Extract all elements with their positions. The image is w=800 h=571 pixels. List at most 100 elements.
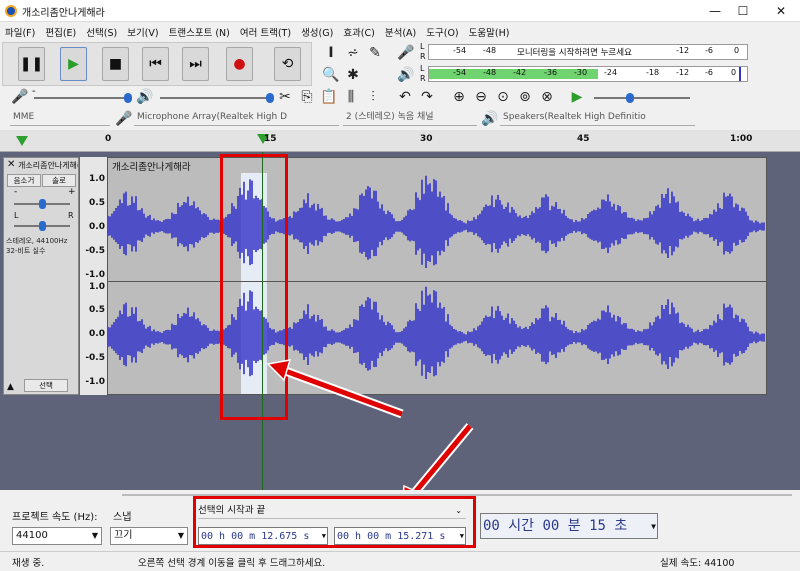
cut-icon[interactable]: ✂ — [275, 87, 295, 107]
scale-label: 0.0 — [89, 222, 105, 232]
menu-generate[interactable]: 생성(G) — [296, 22, 338, 39]
selection-end-time[interactable]: 00 h 00 m 15.271 s ▼ — [334, 527, 466, 545]
zoom-out-icon[interactable]: ⊖ — [471, 87, 491, 107]
menu-transport[interactable]: 트랜스포트 (N) — [164, 22, 235, 39]
scale-label: -1.0 — [85, 270, 105, 280]
playback-device-select[interactable]: Speakers(Realtek High Definitio — [500, 110, 695, 126]
track-name-menu[interactable]: 개소리좀안나게해라 — [18, 160, 78, 171]
silence-icon[interactable]: ⫶ — [363, 87, 383, 107]
pan-thumb[interactable] — [39, 221, 46, 231]
playback-meter-peak — [739, 67, 741, 81]
record-button[interactable]: ● — [226, 47, 253, 81]
snap-value: 끄기 — [114, 530, 133, 541]
gain-slider[interactable] — [14, 199, 70, 209]
track-format-info: 스테레오, 44100Hz 32-비트 실수 — [6, 237, 68, 255]
menu-file[interactable]: 파일(F) — [0, 22, 40, 39]
maximize-button[interactable]: ☐ — [728, 2, 758, 20]
monitor-hint[interactable]: 모니터링을 시작하려면 누르세요 — [517, 46, 632, 58]
menu-analyze[interactable]: 분석(A) — [380, 22, 421, 39]
snap-select[interactable]: 끄기 ▼ — [110, 527, 188, 545]
loop-button[interactable]: ⟲ — [274, 47, 301, 81]
ruler-start-marker[interactable] — [16, 136, 28, 146]
rec-tick: -54 — [453, 46, 467, 55]
device-toolbar: MME 🎤 Microphone Array(Realtek High D 2 … — [0, 110, 800, 128]
audio-host-select[interactable]: MME — [10, 110, 110, 126]
zoom-toggle-icon[interactable]: ⊗ — [537, 87, 557, 107]
track-select-label: 선택 — [39, 381, 53, 390]
menu-help[interactable]: 도움말(H) — [464, 22, 515, 39]
minimize-button[interactable]: — — [700, 2, 730, 20]
collapse-track-icon[interactable]: ▲ — [7, 382, 14, 392]
pan-slider[interactable] — [14, 221, 70, 231]
fit-project-icon[interactable]: ⊚ — [515, 87, 535, 107]
undo-icon[interactable]: ↶ — [395, 87, 415, 107]
speaker-volume-icon: 🔊 — [136, 89, 154, 105]
stop-button[interactable]: ■ — [102, 47, 129, 81]
waveform-channel-right — [108, 286, 765, 380]
track-select-button[interactable]: 선택 — [24, 379, 68, 392]
audio-position-time[interactable]: 00 시간 00 분 15 초 ▼ — [480, 513, 658, 539]
trim-icon[interactable]: ⫼ — [341, 87, 361, 107]
playback-volume-thumb[interactable] — [266, 93, 274, 103]
recording-device-select[interactable]: Microphone Array(Realtek High D — [134, 110, 339, 126]
zoom-tool-icon[interactable]: 🔍 — [321, 65, 341, 85]
project-rate-value: 44100 — [16, 530, 48, 541]
menu-bar: 파일(F) 편집(E) 선택(S) 보기(V) 트랜스포트 (N) 여러 트랙(T) 생성(… — [0, 22, 800, 40]
copy-icon[interactable]: ⎘ — [297, 87, 317, 107]
ruler-tick-label: 0 — [105, 134, 112, 144]
play-meter-left-label: L — [420, 64, 425, 73]
device-mic-icon: 🎤 — [115, 111, 133, 127]
playback-volume-slider[interactable] — [160, 93, 274, 103]
mic-volume-icon: 🎤 — [11, 89, 29, 105]
microphone-icon[interactable]: 🎤 — [396, 43, 416, 63]
recording-channels-select[interactable]: 2 (스테레오) 녹음 채널 — [343, 110, 477, 126]
play-speed-thumb[interactable] — [626, 93, 634, 103]
gain-plus-label: + — [68, 187, 76, 197]
meter-toolbar: 🎤 🔊 L R -54 -48 모니터링을 시작하려면 누르세요 -12 -6 … — [394, 42, 750, 86]
play-button[interactable]: ▶ — [60, 47, 87, 81]
menu-view[interactable]: 보기(V) — [122, 22, 163, 39]
speaker-icon[interactable]: 🔊 — [396, 65, 416, 85]
redo-icon[interactable]: ↷ — [417, 87, 437, 107]
multi-tool-icon[interactable]: ✱ — [343, 65, 363, 85]
track-close-button[interactable]: ✕ — [7, 159, 15, 170]
timeline-ruler[interactable]: 0 15 30 45 1:00 — [0, 130, 800, 152]
pan-left-label: L — [14, 211, 19, 220]
project-rate-select[interactable]: 44100 ▼ — [12, 527, 102, 545]
play-meter-right-label: R — [420, 74, 426, 83]
gain-thumb[interactable] — [39, 199, 46, 209]
play-tick: -24 — [604, 68, 618, 77]
zoom-in-icon[interactable]: ⊕ — [449, 87, 469, 107]
play-speed-slider[interactable] — [594, 93, 690, 103]
selection-start-time[interactable]: 00 h 00 m 12.675 s ▼ — [198, 527, 328, 545]
waveform-clip[interactable]: 개소리좀안나게해라 — [107, 157, 767, 395]
record-meter[interactable]: -54 -48 모니터링을 시작하려면 누르세요 -12 -6 0 — [428, 44, 748, 60]
selection-end-value: 00 h 00 m 15.271 s — [337, 531, 446, 542]
scale-label: 1.0 — [89, 174, 105, 184]
skip-end-button[interactable]: ⏭ — [182, 47, 209, 81]
track-area: ✕ 개소리좀안나게해라 음소거 솔로 - + L R 스테레오, 44100Hz… — [0, 152, 800, 490]
skip-start-button[interactable]: ⏮ — [142, 47, 169, 81]
close-button[interactable]: ✕ — [766, 2, 796, 20]
snap-label: 스냅 — [113, 512, 132, 523]
play-at-speed-icon[interactable]: ▶ — [567, 87, 587, 107]
menu-edit[interactable]: 편집(E) — [40, 22, 81, 39]
recording-volume-thumb[interactable] — [124, 93, 132, 103]
menu-select[interactable]: 선택(S) — [81, 22, 122, 39]
fit-selection-icon[interactable]: ⊙ — [493, 87, 513, 107]
status-bar: 재생 중. 오른쪽 선택 경계 이동을 클릭 후 드래그하세요. 실제 속도: … — [0, 551, 800, 571]
draw-tool-icon[interactable]: ✎ — [365, 43, 385, 63]
mute-button[interactable]: 음소거 — [7, 174, 41, 187]
menu-effect[interactable]: 효과(C) — [338, 22, 380, 39]
playback-meter[interactable]: -54 -48 -42 -36 -30 -24 -18 -12 -6 0 — [428, 66, 748, 82]
selection-mode-select[interactable]: 선택의 시작과 끝 ⌄ — [198, 503, 466, 519]
paste-icon[interactable]: 📋 — [319, 87, 339, 107]
solo-button[interactable]: 솔로 — [42, 174, 76, 187]
menu-tools[interactable]: 도구(O) — [421, 22, 463, 39]
selection-tool-icon[interactable]: I — [321, 43, 341, 63]
rec-tick: -12 — [676, 46, 690, 55]
envelope-tool-icon[interactable]: ⩫ — [343, 43, 363, 63]
pause-button[interactable]: ❚❚ — [18, 47, 45, 81]
recording-volume-slider[interactable] — [34, 93, 132, 103]
menu-tracks[interactable]: 여러 트랙(T) — [235, 22, 296, 39]
